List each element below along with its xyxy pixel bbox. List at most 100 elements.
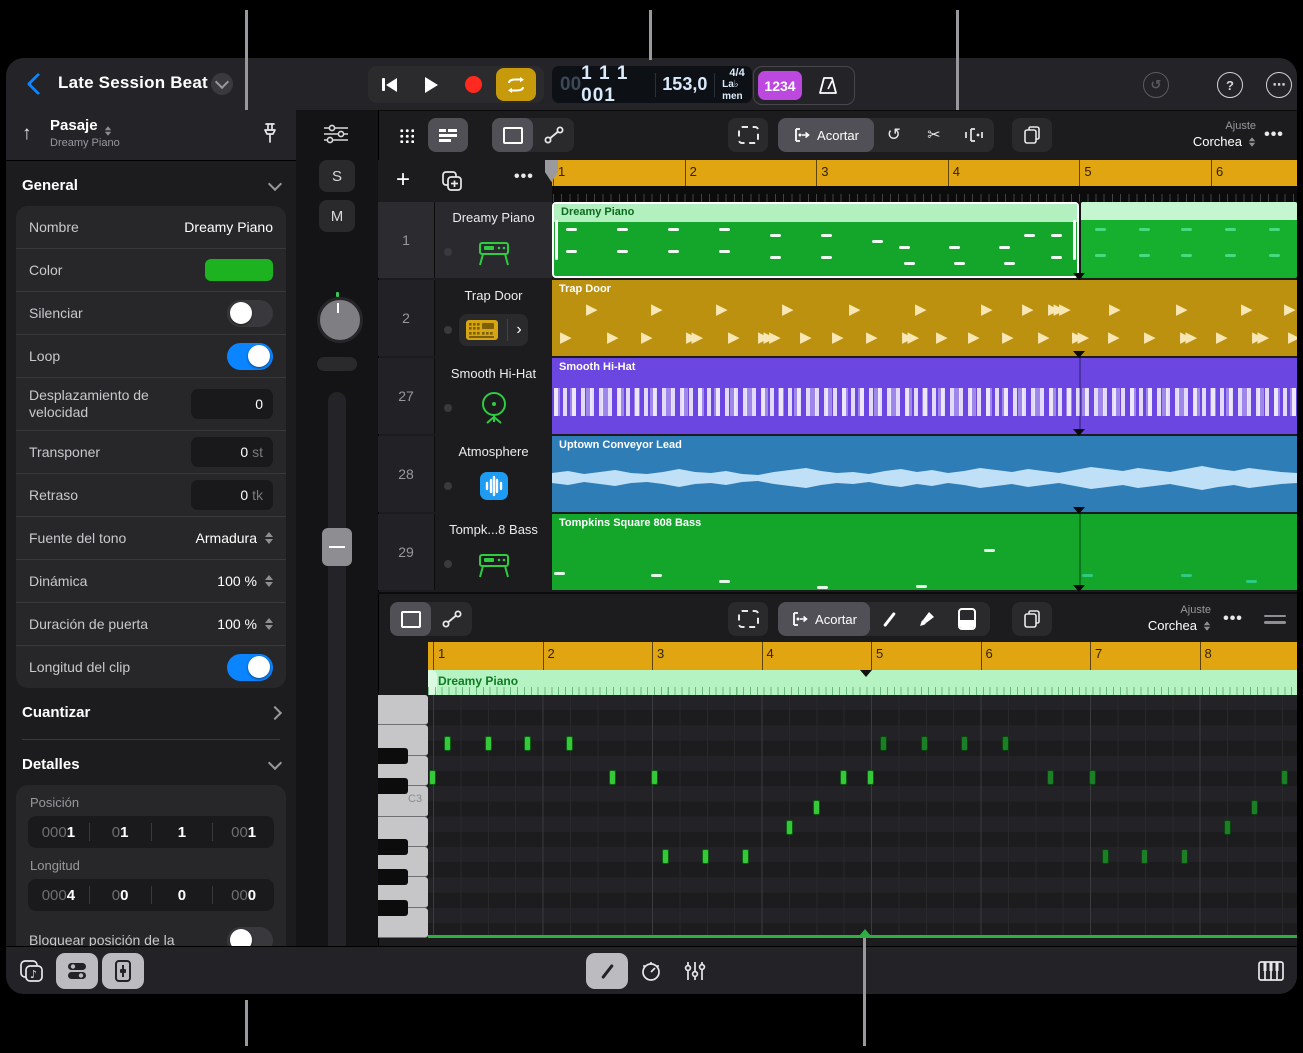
lock-position-toggle[interactable] — [227, 926, 273, 946]
track-header[interactable]: Dreamy Piano — [435, 202, 552, 278]
automation-tool-button[interactable] — [431, 610, 472, 628]
inspector-toggle-button[interactable] — [56, 953, 98, 989]
snap-setting[interactable]: Ajuste Corchea — [1101, 604, 1211, 634]
section-general[interactable]: General — [6, 161, 296, 202]
track-header[interactable]: Atmosphere — [435, 436, 552, 512]
audio-region-uptown-conveyor-lead[interactable]: Uptown Conveyor Lead — [552, 436, 1297, 512]
title-menu-button[interactable] — [211, 73, 233, 95]
multi-select-button[interactable] — [728, 118, 768, 152]
paste-button[interactable] — [1012, 602, 1052, 636]
track-number[interactable]: 28 — [378, 436, 435, 512]
midi-region-smooth-hi-hat[interactable]: Smooth Hi-Hat — [552, 358, 1297, 434]
piano-roll-grid[interactable] — [428, 695, 1297, 938]
loop-junction-marker — [1073, 351, 1085, 358]
help-button[interactable]: ? — [1217, 72, 1243, 98]
row-nombre[interactable]: Nombre Dreamy Piano — [16, 206, 286, 248]
undo-button[interactable]: ↺ — [1143, 72, 1169, 98]
paste-button[interactable] — [1012, 118, 1052, 152]
delay-field[interactable]: 0 tk — [191, 480, 273, 510]
loop-junction-line — [1079, 514, 1081, 590]
track-list-view-button[interactable] — [428, 118, 468, 152]
editor-resize-handle[interactable] — [1258, 602, 1292, 636]
track-header[interactable]: Trap Door › — [435, 280, 552, 356]
volume-fader-handle[interactable] — [322, 528, 352, 566]
track-header-more-button[interactable]: ••• — [514, 168, 534, 186]
trim-button[interactable]: Acortar — [778, 118, 874, 152]
channel-strip-toggle-button[interactable] — [102, 953, 144, 989]
duplicate-track-button[interactable] — [440, 169, 464, 193]
time-quantize-button[interactable] — [636, 953, 666, 989]
section-detalles[interactable]: Detalles — [6, 740, 296, 781]
dynamics-stepper[interactable]: 100 % — [217, 573, 273, 589]
select-tool-button[interactable] — [390, 602, 431, 636]
gate-time-stepper[interactable]: 100 % — [217, 616, 273, 632]
loop-tool-button[interactable]: ↺ — [874, 125, 914, 145]
brush-tool-button[interactable] — [908, 610, 946, 628]
automation-tool-button[interactable] — [533, 126, 574, 144]
play-button[interactable] — [410, 66, 452, 103]
add-track-button[interactable]: + — [396, 166, 410, 194]
stepper-icon — [1203, 621, 1211, 631]
tracks-ruler[interactable]: 123456 — [552, 160, 1297, 186]
levels-button[interactable] — [680, 953, 710, 989]
project-title[interactable]: Late Session Beat — [58, 73, 208, 93]
lcd-display[interactable]: 00 1 1 1 001 153,0 4/4 La♭ men — [552, 63, 752, 106]
grid-view-button[interactable] — [388, 118, 424, 152]
section-cuantizar[interactable]: Cuantizar — [6, 688, 296, 729]
midi-region-dreamy-piano[interactable]: Dreamy Piano — [552, 202, 1079, 278]
track-number[interactable]: 1 — [378, 202, 435, 278]
browser-button[interactable]: ♪ — [16, 953, 48, 989]
volume-fader-track[interactable] — [328, 392, 346, 958]
channel-settings-button[interactable] — [321, 122, 351, 146]
pin-button[interactable] — [260, 122, 280, 146]
track-number[interactable]: 29 — [378, 514, 435, 590]
count-in-button[interactable]: 1234 — [758, 71, 802, 100]
pitch-source-stepper[interactable]: Armadura — [196, 530, 273, 546]
pencil-mode-button[interactable] — [586, 953, 628, 989]
divide-at-playhead-button[interactable] — [954, 127, 994, 143]
velocity-tool-button[interactable] — [946, 608, 988, 630]
velocity-offset-field[interactable]: 0 — [191, 389, 273, 419]
snap-setting[interactable]: Ajuste Corchea — [1146, 120, 1256, 150]
piano-keyboard[interactable]: C3 — [378, 695, 428, 939]
go-to-beginning-button[interactable] — [368, 66, 410, 103]
marquee-icon — [737, 610, 759, 628]
drummer-editor-button[interactable]: › — [459, 314, 528, 346]
solo-button[interactable]: S — [319, 160, 355, 192]
metronome-button[interactable] — [802, 76, 854, 96]
split-tool-button[interactable]: ✂ — [914, 125, 954, 145]
piano-roll-ruler[interactable]: 12345678 — [428, 642, 1297, 670]
multi-select-button[interactable] — [728, 602, 768, 636]
mute-button[interactable]: M — [319, 200, 355, 232]
region-name: Trap Door — [559, 283, 611, 295]
track-number[interactable]: 27 — [378, 358, 435, 434]
inspector-title[interactable]: Pasaje — [50, 117, 112, 137]
length-field[interactable]: 0004 00 0 000 — [28, 879, 274, 911]
mute-toggle[interactable] — [227, 299, 273, 327]
drummer-region-trap-door[interactable]: Trap Door ▶ ▶ ▶ ▶ ▶ ▶ ▶ ▶ ▶▶▶ ▶ ▶ ▶ ▶ ▶ ▶ ▶ ▶▶ ▶ ▶▶▶ ▶ ▶ ▶ ▶▶… — [552, 280, 1297, 356]
row-color[interactable]: Color — [16, 248, 286, 291]
track-number[interactable]: 2 — [378, 280, 435, 356]
onscreen-keyboard-button[interactable] — [1254, 953, 1288, 989]
pencil-tool-button[interactable] — [870, 611, 908, 628]
position-field[interactable]: 0001 01 1 001 — [28, 816, 274, 848]
trim-button[interactable]: Acortar — [778, 602, 870, 636]
clip-length-toggle[interactable] — [227, 653, 273, 681]
loop-toggle[interactable] — [227, 342, 273, 370]
midi-region-loop-repeat[interactable] — [1081, 202, 1297, 278]
tracks-more-button[interactable]: ••• — [1257, 118, 1291, 152]
automation-icon — [544, 126, 563, 144]
back-up-icon[interactable]: ↑ — [22, 123, 32, 145]
back-icon[interactable] — [26, 72, 50, 96]
cycle-button[interactable] — [496, 68, 536, 101]
midi-region-tompkins-square-808-bass[interactable]: Tompkins Square 808 Bass — [552, 514, 1297, 590]
track-header[interactable]: Tompk...8 Bass — [435, 514, 552, 590]
transpose-field[interactable]: 0st — [191, 437, 273, 467]
editor-more-button[interactable]: ••• — [1216, 602, 1250, 636]
more-options-button[interactable]: ⋯ — [1266, 72, 1292, 98]
track-header[interactable]: Smooth Hi-Hat — [435, 358, 552, 434]
record-button[interactable] — [452, 66, 494, 103]
select-tool-button[interactable] — [492, 118, 533, 152]
color-swatch[interactable] — [205, 259, 273, 281]
pan-knob[interactable] — [317, 292, 363, 343]
